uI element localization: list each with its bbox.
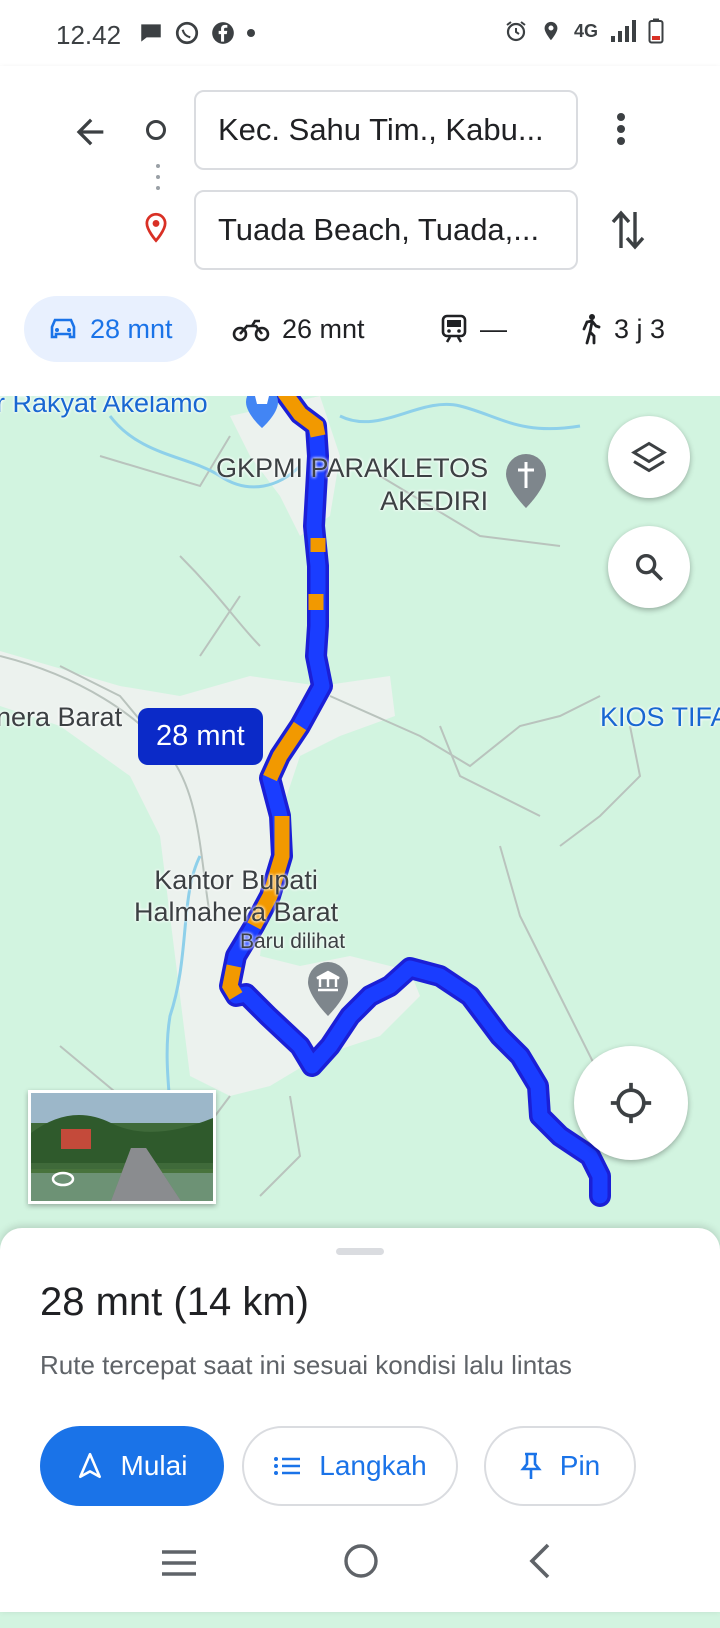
layers-icon [631, 441, 667, 473]
street-view-image [31, 1093, 213, 1201]
mode-tab-transit[interactable]: — [440, 296, 507, 362]
back-arrow-icon[interactable] [70, 112, 110, 152]
my-location-button[interactable] [574, 1046, 688, 1160]
steps-label: Langkah [319, 1450, 427, 1481]
swap-icon[interactable] [610, 208, 646, 252]
more-options-icon[interactable] [616, 112, 626, 146]
church-pin-icon[interactable] [506, 454, 546, 508]
walk-icon [582, 314, 601, 345]
home-icon[interactable] [342, 1542, 380, 1580]
signal-icon [611, 20, 636, 42]
location-icon [544, 21, 558, 41]
route-eta-bubble[interactable]: 28 mnt [138, 708, 263, 765]
map-label-recently-viewed: Baru dilihat [240, 930, 346, 953]
facebook-icon [212, 22, 234, 44]
alarm-icon [506, 21, 526, 42]
dot-icon [247, 29, 255, 37]
car-icon [50, 318, 76, 339]
system-navigation-bar [0, 1522, 720, 1612]
travel-mode-tabs: 28 mnt 26 mnt — 3 j 3 [0, 296, 720, 366]
battery-icon [648, 18, 664, 44]
map-label-rakyat[interactable]: r Rakyat Akelamo [0, 396, 208, 419]
map-label-halmahera[interactable]: nera Barat [0, 702, 122, 733]
route-summary-title: 28 mnt (14 km) [40, 1280, 309, 1324]
status-bar: 12.42 4G [0, 0, 720, 66]
mode-tab-driving[interactable]: 28 mnt [24, 296, 197, 362]
status-notification-icons [138, 20, 256, 46]
pin-button[interactable]: Pin [484, 1426, 636, 1506]
recent-apps-icon[interactable] [160, 1548, 198, 1578]
layers-button[interactable] [608, 416, 690, 498]
route-connector [156, 164, 160, 197]
network-type: 4G [573, 20, 598, 41]
sheet-drag-handle[interactable] [336, 1248, 384, 1255]
motorcycle-icon [232, 319, 270, 342]
mode-label-driving: 28 mnt [90, 313, 173, 344]
mode-label-walking: 3 j 3 [614, 313, 666, 344]
search-icon [635, 553, 664, 582]
chat-bubble-icon [141, 24, 161, 42]
mode-label-transit: — [480, 313, 507, 344]
mode-tab-motorcycle[interactable]: 26 mnt [232, 296, 365, 362]
whatsapp-icon [175, 21, 199, 45]
map-label-kios[interactable]: KIOS TIFA [600, 702, 720, 733]
route-summary-description: Rute tercepat saat ini sesuai kondisi la… [40, 1350, 572, 1380]
steps-button[interactable]: Langkah [242, 1426, 458, 1506]
list-icon [274, 1457, 301, 1475]
pushpin-icon [520, 1452, 542, 1479]
destination-pin-icon [145, 212, 167, 243]
start-navigation-label: Mulai [120, 1450, 188, 1481]
my-location-icon [610, 1082, 652, 1124]
street-view-thumbnail[interactable] [28, 1090, 216, 1204]
map-search-button[interactable] [608, 526, 690, 608]
origin-dot-icon [146, 120, 166, 140]
back-nav-icon[interactable] [526, 1542, 552, 1580]
pin-label: Pin [559, 1450, 601, 1481]
status-system-icons: 4G [504, 18, 664, 44]
destination-input[interactable]: Tuada Beach, Tuada,... [194, 190, 578, 270]
status-time: 12.42 [56, 20, 122, 50]
mode-tab-walking[interactable]: 3 j 3 [578, 296, 665, 362]
navigation-arrow-icon [78, 1452, 101, 1479]
map-label-kantor[interactable]: Kantor Bupati Halmahera Barat [134, 864, 338, 928]
map-label-church[interactable]: GKPMI PARAKLETOS AKEDIRI [216, 452, 488, 518]
train-icon [441, 314, 467, 343]
mode-label-motorcycle: 26 mnt [282, 313, 365, 344]
origin-input[interactable]: Kec. Sahu Tim., Kabu... [194, 90, 578, 170]
start-navigation-button[interactable]: Mulai [40, 1426, 224, 1506]
